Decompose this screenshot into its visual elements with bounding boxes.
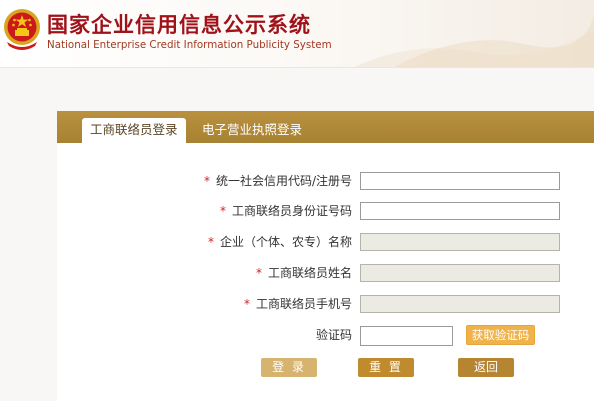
login-panel: 工商联络员登录 电子营业执照登录 * 统一社会信用代码/注册号 * 工商联络员身份证… — [57, 111, 594, 401]
liaison-phone-label: * 工商联络员手机号 — [243, 297, 352, 311]
enterprise-name-label: * 企业（个体、农专）名称 — [207, 235, 352, 249]
form-row-captcha: 验证码 获取验证码 — [57, 325, 594, 346]
login-button[interactable]: 登 录 — [261, 358, 317, 377]
required-mark: * — [255, 266, 262, 280]
required-mark: * — [219, 204, 226, 218]
required-mark: * — [243, 297, 250, 311]
form-row-liaison-id: * 工商联络员身份证号码 — [57, 202, 594, 220]
login-tab-bar: 工商联络员登录 电子营业执照登录 — [57, 111, 594, 143]
liaison-id-label: * 工商联络员身份证号码 — [219, 204, 352, 218]
form-row-enterprise-name: * 企业（个体、农专）名称 — [57, 233, 594, 251]
header-decoration-icon — [354, 14, 594, 67]
reset-button[interactable]: 重 置 — [358, 358, 414, 377]
liaison-name-label: * 工商联络员姓名 — [255, 266, 352, 280]
national-emblem-icon — [4, 9, 40, 50]
liaison-id-input[interactable] — [360, 202, 560, 220]
credit-code-input[interactable] — [360, 172, 560, 190]
site-title-cn: 国家企业信用信息公示系统 — [47, 13, 311, 37]
captcha-label: 验证码 — [315, 328, 352, 342]
form-row-liaison-name: * 工商联络员姓名 — [57, 264, 594, 282]
get-captcha-button[interactable]: 获取验证码 — [466, 325, 535, 345]
captcha-input[interactable] — [360, 326, 453, 346]
back-button[interactable]: 返回 — [458, 358, 514, 377]
form-row-liaison-phone: * 工商联络员手机号 — [57, 295, 594, 313]
required-mark: * — [203, 174, 210, 188]
tab-e-license-login[interactable]: 电子营业执照登录 — [194, 118, 310, 143]
site-header: 国家企业信用信息公示系统 National Enterprise Credit … — [0, 0, 594, 68]
site-title-en: National Enterprise Credit Information P… — [47, 39, 332, 51]
required-mark: * — [207, 235, 214, 249]
enterprise-name-input[interactable] — [360, 233, 560, 251]
credit-code-label: * 统一社会信用代码/注册号 — [203, 174, 352, 188]
tab-liaison-login[interactable]: 工商联络员登录 — [82, 118, 186, 143]
liaison-name-input[interactable] — [360, 264, 560, 282]
liaison-phone-input[interactable] — [360, 295, 560, 313]
form-row-credit-code: * 统一社会信用代码/注册号 — [57, 172, 594, 190]
